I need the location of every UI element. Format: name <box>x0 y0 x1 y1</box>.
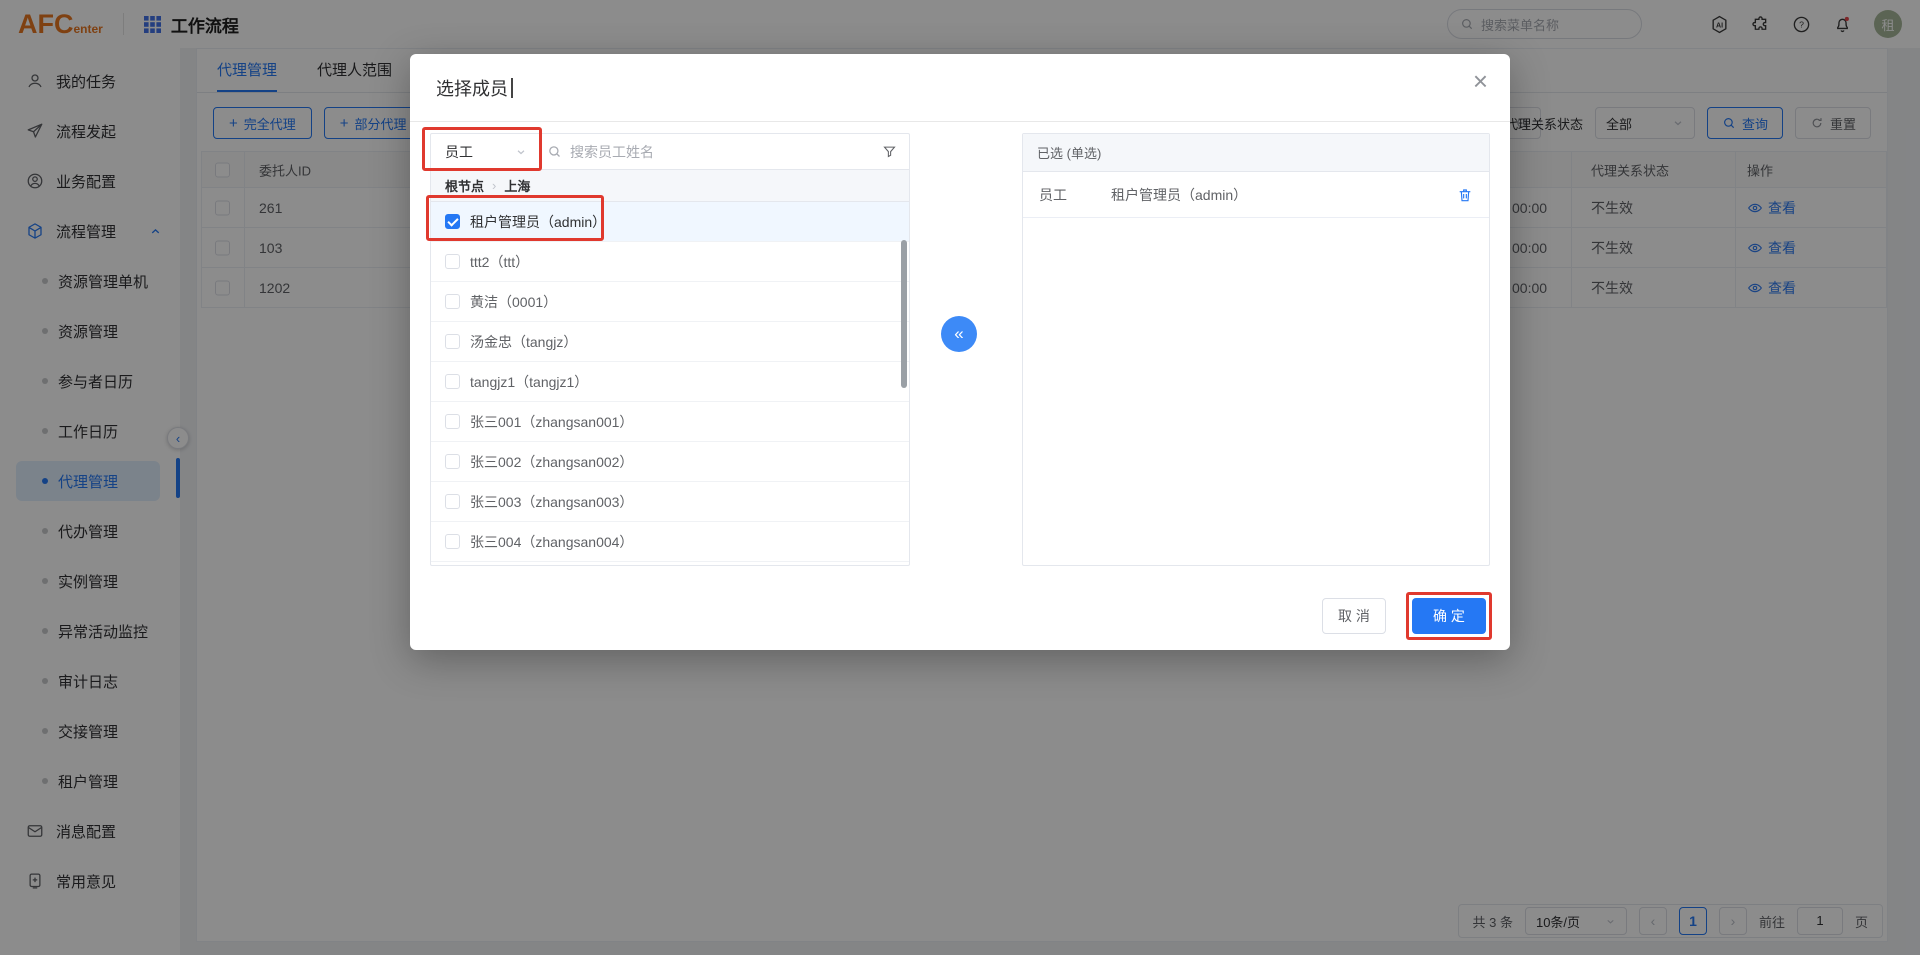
member-search-placeholder: 搜索员工姓名 <box>570 143 654 160</box>
member-type-select[interactable]: 员工 <box>431 134 537 169</box>
member-row[interactable]: 黄洁（0001） <box>431 282 909 322</box>
member-picker-panel: 员工 搜索员工姓名 根节点 › 上海 租户管理员（admin） ttt2（ttt）… <box>430 133 910 566</box>
member-list: 租户管理员（admin） ttt2（ttt） 黄洁（0001） 汤金忠（tangjz）… <box>431 202 909 562</box>
member-checkbox[interactable] <box>445 214 460 229</box>
cancel-button[interactable]: 取 消 <box>1322 598 1386 634</box>
close-icon[interactable]: × <box>1473 68 1488 94</box>
member-row[interactable]: 张三003（zhangsan003） <box>431 482 909 522</box>
member-label: 张三003（zhangsan003） <box>470 493 634 510</box>
member-label: 张三001（zhangsan001） <box>470 413 634 430</box>
member-checkbox[interactable] <box>445 494 460 509</box>
member-label: ttt2（ttt） <box>470 253 530 270</box>
member-checkbox[interactable] <box>445 414 460 429</box>
selected-header: 已选 (单选) <box>1023 134 1489 172</box>
dialog-footer: 取 消 确 定 <box>1322 598 1486 634</box>
member-row[interactable]: 张三001（zhangsan001） <box>431 402 909 442</box>
app-window: AFC enter 工作流程 搜索菜单名称 AI ? 租 我的任务 流程发起 业… <box>0 0 1920 955</box>
select-member-dialog: 选择成员 × 员工 搜索员工姓名 根节点 › 上海 租户管理员（admin） tt <box>410 54 1510 650</box>
member-checkbox[interactable] <box>445 454 460 469</box>
member-row[interactable]: tangjz1（tangjz1） <box>431 362 909 402</box>
picker-controls: 员工 搜索员工姓名 <box>431 134 909 170</box>
selected-panel: 已选 (单选) 员工 租户管理员（admin） <box>1022 133 1490 566</box>
member-label: 黄洁（0001） <box>470 293 558 310</box>
chevron-down-icon <box>515 146 527 158</box>
member-row[interactable]: 租户管理员（admin） <box>431 202 909 242</box>
trash-icon[interactable] <box>1457 187 1473 203</box>
member-row[interactable]: 汤金忠（tangjz） <box>431 322 909 362</box>
search-icon <box>547 144 562 159</box>
member-row[interactable]: ttt2（ttt） <box>431 242 909 282</box>
breadcrumb-root[interactable]: 根节点 <box>445 176 484 195</box>
member-row[interactable]: 张三004（zhangsan004） <box>431 522 909 562</box>
transfer-left-button[interactable]: « <box>941 316 977 352</box>
member-label: tangjz1（tangjz1） <box>470 373 589 390</box>
breadcrumb-separator-icon: › <box>492 178 497 193</box>
selected-name: 租户管理员（admin） <box>1111 186 1248 203</box>
member-checkbox[interactable] <box>445 334 460 349</box>
text-cursor <box>511 77 513 98</box>
member-label: 张三002（zhangsan002） <box>470 453 634 470</box>
member-search-input[interactable]: 搜索员工姓名 <box>537 142 909 162</box>
member-checkbox[interactable] <box>445 534 460 549</box>
member-label: 租户管理员（admin） <box>470 213 607 230</box>
confirm-button[interactable]: 确 定 <box>1412 598 1486 634</box>
filter-funnel-icon[interactable] <box>882 144 897 159</box>
member-checkbox[interactable] <box>445 254 460 269</box>
member-row[interactable]: 张三002（zhangsan002） <box>431 442 909 482</box>
dialog-header: 选择成员 <box>410 54 1510 122</box>
breadcrumb: 根节点 › 上海 <box>431 170 909 202</box>
member-label: 汤金忠（tangjz） <box>470 333 578 350</box>
member-label: 张三004（zhangsan004） <box>470 533 634 550</box>
member-checkbox[interactable] <box>445 374 460 389</box>
selected-row: 员工 租户管理员（admin） <box>1023 172 1489 218</box>
scrollbar-thumb[interactable] <box>901 240 907 388</box>
member-checkbox[interactable] <box>445 294 460 309</box>
breadcrumb-current[interactable]: 上海 <box>504 176 530 195</box>
dialog-title: 选择成员 <box>436 78 508 99</box>
selected-type: 员工 <box>1039 186 1067 203</box>
